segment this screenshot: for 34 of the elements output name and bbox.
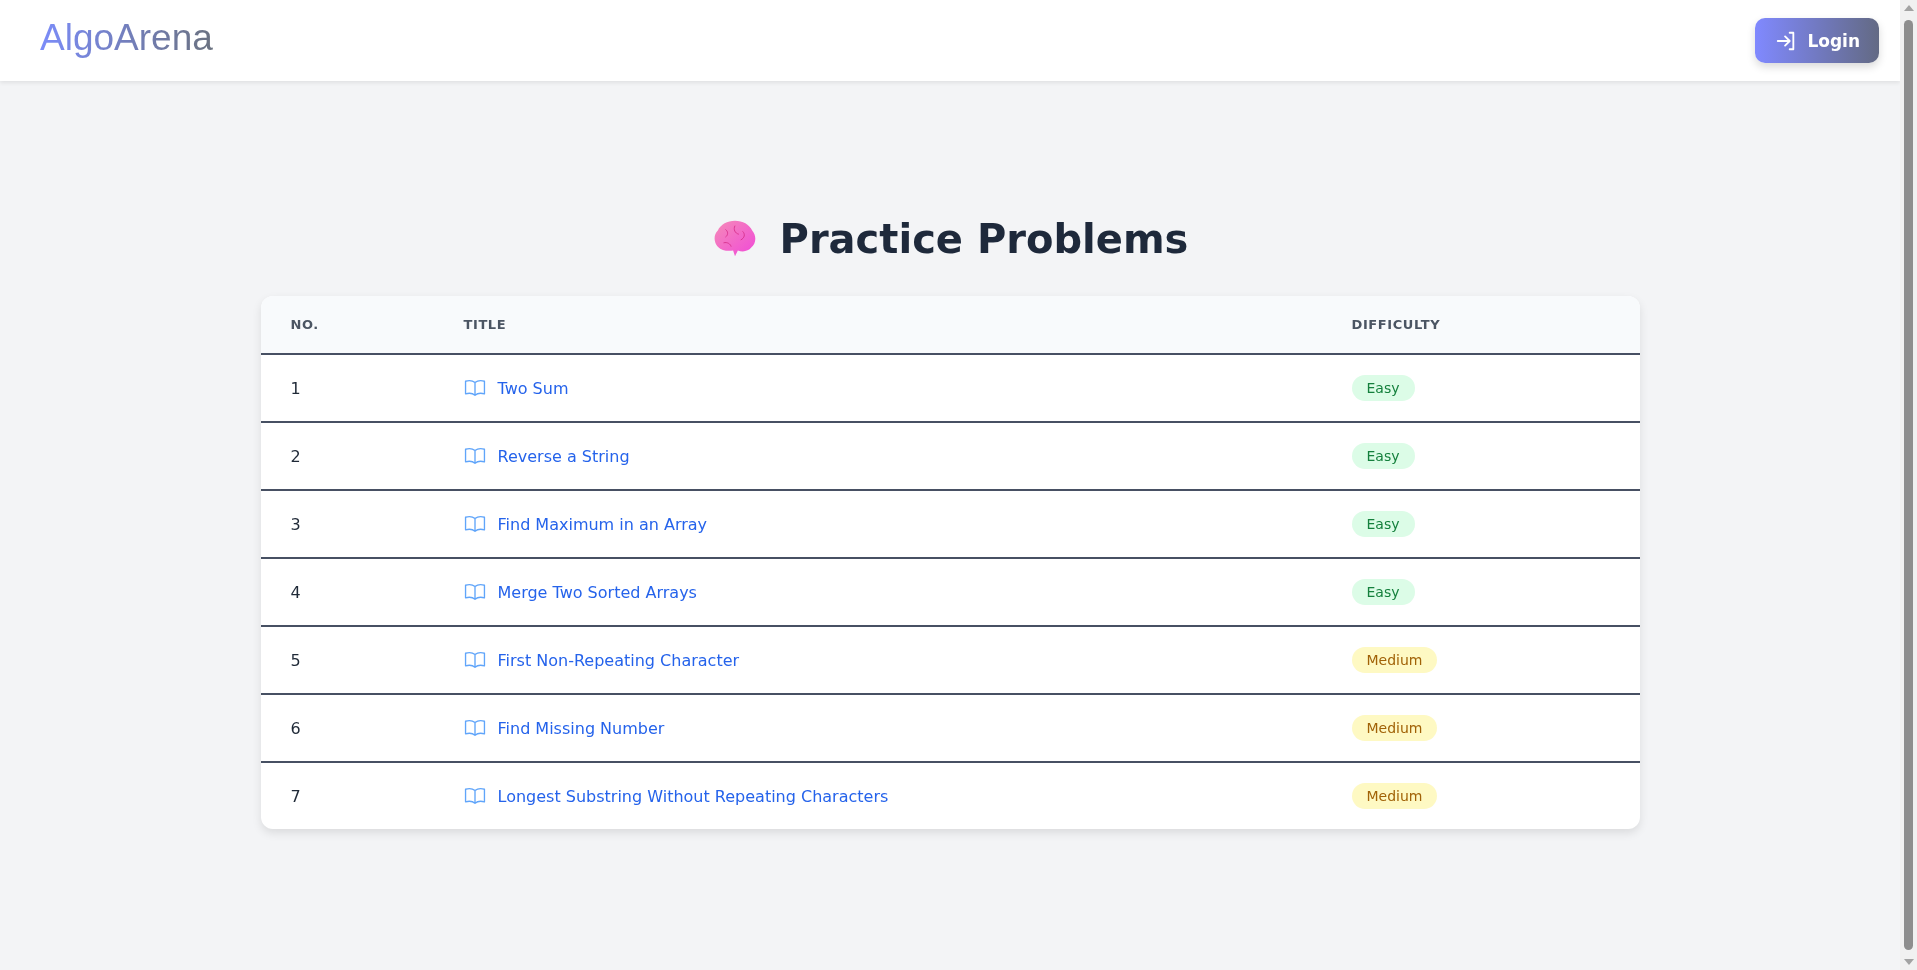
difficulty-badge: Easy (1351, 375, 1415, 401)
problem-number: 5 (290, 650, 302, 670)
problem-number: 3 (290, 514, 302, 534)
problem-link[interactable]: First Non-Repeating Character (497, 650, 740, 670)
book-icon (463, 379, 486, 397)
problem-number: 4 (290, 582, 302, 602)
problem-link[interactable]: Reverse a String (497, 446, 630, 466)
book-icon (463, 515, 486, 533)
problem-link[interactable]: Find Missing Number (497, 718, 665, 738)
page-title: Practice Problems (779, 216, 1189, 262)
problem-number: 2 (290, 446, 302, 466)
problem-link[interactable]: Two Sum (497, 378, 569, 398)
difficulty-badge: Medium (1351, 715, 1438, 741)
problem-number: 6 (290, 718, 302, 738)
difficulty-badge: Easy (1351, 443, 1415, 469)
column-header: DIFFICULTY (1351, 317, 1442, 332)
column-header: NO. (290, 317, 320, 332)
book-icon (463, 651, 486, 669)
book-icon (463, 583, 486, 601)
difficulty-badge: Easy (1351, 579, 1415, 605)
problem-number: 7 (290, 786, 302, 806)
problem-number: 1 (290, 378, 302, 398)
book-icon (463, 787, 486, 805)
problem-link[interactable]: Merge Two Sorted Arrays (497, 582, 697, 602)
difficulty-badge: Medium (1351, 783, 1438, 809)
difficulty-badge: Easy (1351, 511, 1415, 537)
book-icon (463, 447, 486, 465)
problem-link[interactable]: Longest Substring Without Repeating Characters (497, 786, 889, 806)
login-button[interactable]: Login (1755, 18, 1879, 63)
difficulty-badge: Medium (1351, 647, 1438, 673)
column-header: TITLE (463, 317, 508, 332)
book-icon (463, 719, 486, 737)
scrollbar[interactable] (1900, 0, 1917, 970)
problem-link[interactable]: Find Maximum in an Array (497, 514, 708, 534)
